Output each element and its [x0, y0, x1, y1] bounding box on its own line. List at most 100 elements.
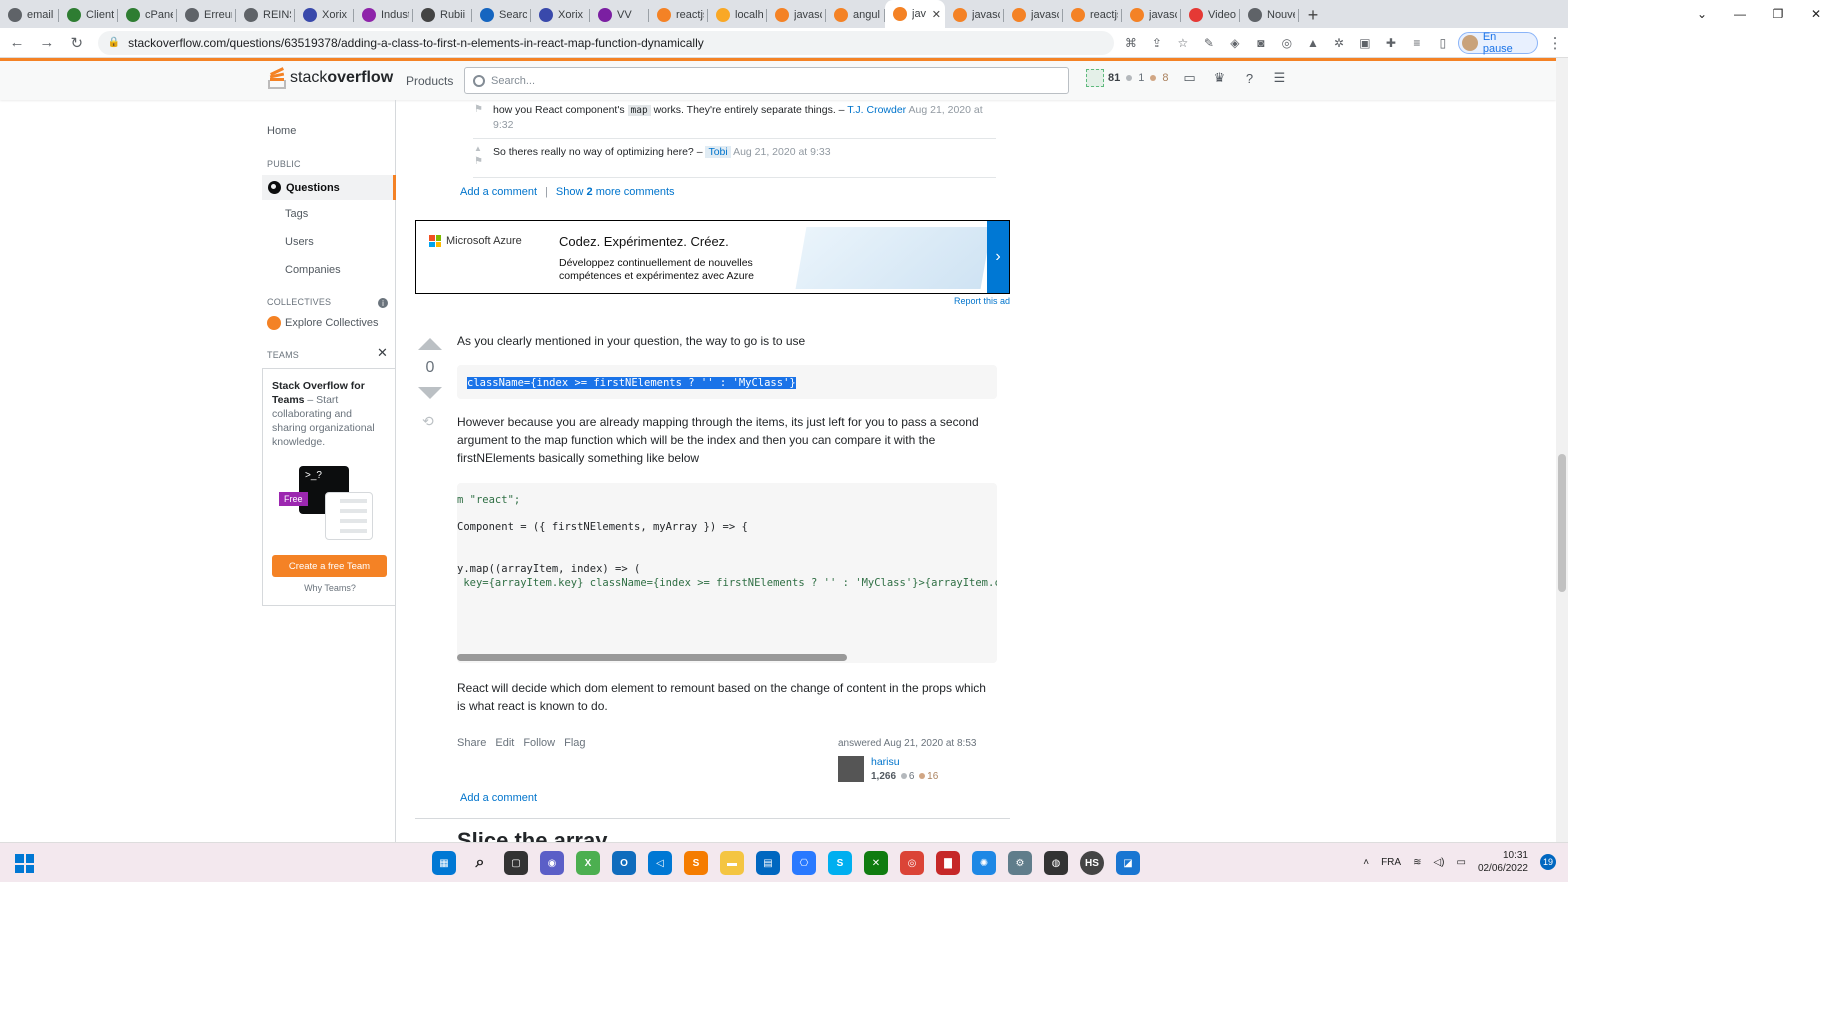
- outlook-icon[interactable]: O: [612, 851, 636, 875]
- minimize-button[interactable]: —: [1721, 0, 1759, 28]
- code-horizontal-scrollbar[interactable]: [457, 654, 847, 661]
- gear-extension-icon[interactable]: ✲: [1330, 34, 1348, 52]
- add-comment-link[interactable]: Add a comment: [460, 792, 537, 804]
- comment-user-link[interactable]: Tobi: [705, 146, 731, 158]
- scrollbar-thumb[interactable]: [1558, 454, 1566, 592]
- profile-button[interactable]: En pause: [1457, 31, 1539, 55]
- filezilla-icon[interactable]: ▇: [936, 851, 960, 875]
- puzzle-icon[interactable]: ✚: [1382, 34, 1400, 52]
- circle-extension-icon[interactable]: ◎: [1278, 34, 1296, 52]
- flag-link[interactable]: Flag: [564, 737, 585, 749]
- browser-tab[interactable]: VV: [590, 2, 649, 28]
- edit-link[interactable]: Edit: [495, 737, 514, 749]
- nav-users[interactable]: Users: [285, 236, 314, 248]
- close-icon[interactable]: ✕: [377, 345, 388, 361]
- clock[interactable]: 10:31 02/06/2022: [1478, 849, 1528, 875]
- notification-badge[interactable]: 19: [1540, 854, 1556, 870]
- widgets-icon[interactable]: [15, 854, 34, 873]
- search-input[interactable]: Search...: [464, 67, 1069, 94]
- image-app-icon[interactable]: ◪: [1116, 851, 1140, 875]
- browser-tab[interactable]: Xorix: [531, 2, 590, 28]
- file-explorer-icon[interactable]: ▬: [720, 851, 744, 875]
- help-icon[interactable]: ?: [1241, 69, 1259, 87]
- browser-tab[interactable]: Nouve: [1240, 2, 1299, 28]
- address-bar[interactable]: 🔒 stackoverflow.com/questions/63519378/a…: [97, 30, 1114, 55]
- history-icon[interactable]: ⟲: [422, 413, 445, 430]
- browser-tab[interactable]: javasc: [945, 2, 1004, 28]
- xbox-icon[interactable]: ✕: [864, 851, 888, 875]
- info-icon[interactable]: i: [378, 298, 388, 308]
- selected-code-text[interactable]: className={index >= firstNElements ? '' …: [467, 377, 796, 389]
- explore-collectives-link[interactable]: Explore Collectives: [267, 316, 379, 330]
- tab-search-icon[interactable]: ⌄: [1683, 0, 1721, 28]
- browser-tab[interactable]: Erreur: [177, 2, 236, 28]
- close-window-button[interactable]: ✕: [1797, 0, 1835, 28]
- upvote-arrow-icon[interactable]: [418, 338, 442, 350]
- code-block[interactable]: m "react"; Component = ({ firstNElements…: [457, 483, 997, 663]
- app-icon[interactable]: ✺: [972, 851, 996, 875]
- downvote-arrow-icon[interactable]: [418, 387, 442, 399]
- side-panel-icon[interactable]: ▯: [1434, 34, 1452, 52]
- browser-tab[interactable]: javasc: [1122, 2, 1181, 28]
- translate-icon[interactable]: ⌘: [1122, 34, 1140, 52]
- browser-tab[interactable]: javasc: [1004, 2, 1063, 28]
- browser-tab[interactable]: angul: [826, 2, 885, 28]
- restore-button[interactable]: ❐: [1759, 0, 1797, 28]
- share-icon[interactable]: ⇪: [1148, 34, 1166, 52]
- comment-upvote-icon[interactable]: ▲: [474, 144, 482, 153]
- window-extension-icon[interactable]: ▣: [1356, 34, 1374, 52]
- app-icon[interactable]: X: [576, 851, 600, 875]
- browser-tab[interactable]: reactjs: [649, 2, 708, 28]
- browser-tab[interactable]: jav ✕: [885, 0, 945, 28]
- why-teams-link[interactable]: Why Teams?: [263, 583, 397, 593]
- bookmark-star-icon[interactable]: ☆: [1174, 34, 1192, 52]
- add-comment-link[interactable]: Add a comment: [460, 186, 537, 198]
- teams-chat-icon[interactable]: ◉: [540, 851, 564, 875]
- hs-app-icon[interactable]: HS: [1080, 851, 1104, 875]
- nav-tags[interactable]: Tags: [285, 208, 308, 220]
- comment-user-link[interactable]: T.J. Crowder: [847, 104, 906, 116]
- task-view-icon[interactable]: ▢: [504, 851, 528, 875]
- browser-tab[interactable]: reactjs: [1063, 2, 1122, 28]
- browser-tab[interactable]: Search: [472, 2, 531, 28]
- camera-icon[interactable]: ◙: [1252, 34, 1270, 52]
- browser-tab[interactable]: Rubii: [413, 2, 472, 28]
- close-tab-icon[interactable]: ✕: [932, 8, 941, 21]
- browser-tab[interactable]: Indust: [354, 2, 413, 28]
- browser-menu-icon[interactable]: ⋮: [1542, 30, 1568, 56]
- browser-tab[interactable]: Client: [59, 2, 118, 28]
- pen-extension-icon[interactable]: ✎: [1200, 34, 1218, 52]
- chevron-up-icon[interactable]: ˄: [1363, 857, 1369, 868]
- create-team-button[interactable]: Create a free Team: [272, 555, 387, 577]
- back-button[interactable]: ←: [4, 30, 30, 56]
- user-avatar[interactable]: [838, 756, 864, 782]
- browser-tab[interactable]: javasc: [767, 2, 826, 28]
- site-switcher-icon[interactable]: ☰: [1271, 69, 1289, 87]
- browser-tab[interactable]: localh: [708, 2, 767, 28]
- vscode-icon[interactable]: ◁: [648, 851, 672, 875]
- start-menu-icon[interactable]: ▦: [432, 851, 456, 875]
- browser-tab[interactable]: cPanel: [118, 2, 177, 28]
- achievements-trophy-icon[interactable]: ♛: [1211, 69, 1229, 87]
- fox-extension-icon[interactable]: ▲: [1304, 34, 1322, 52]
- browser-tab[interactable]: Xorix: [295, 2, 354, 28]
- nav-questions[interactable]: Questions: [262, 175, 396, 200]
- comment-flag-icon[interactable]: ⚑: [474, 104, 483, 115]
- battery-icon[interactable]: ▭: [1456, 857, 1465, 868]
- wifi-icon[interactable]: ≋: [1413, 857, 1421, 868]
- nav-companies[interactable]: Companies: [285, 264, 341, 276]
- nav-home[interactable]: Home: [267, 125, 296, 137]
- reading-list-icon[interactable]: ≡: [1408, 34, 1426, 52]
- chrome-icon[interactable]: ◎: [900, 851, 924, 875]
- page-scrollbar[interactable]: [1556, 58, 1568, 842]
- settings-icon[interactable]: ⚙: [1008, 851, 1032, 875]
- user-reputation[interactable]: 81 1 8: [1086, 69, 1169, 87]
- browser-tab[interactable]: Video: [1181, 2, 1240, 28]
- report-ad-link[interactable]: Report this ad: [954, 296, 1010, 306]
- app-icon[interactable]: ◍: [1044, 851, 1068, 875]
- azure-ad[interactable]: Microsoft Azure Codez. Expérimentez. Cré…: [415, 220, 1010, 294]
- share-link[interactable]: Share: [457, 737, 486, 749]
- forward-button[interactable]: →: [34, 30, 60, 56]
- store-icon[interactable]: ▤: [756, 851, 780, 875]
- comment-flag-icon[interactable]: ⚑: [474, 156, 483, 167]
